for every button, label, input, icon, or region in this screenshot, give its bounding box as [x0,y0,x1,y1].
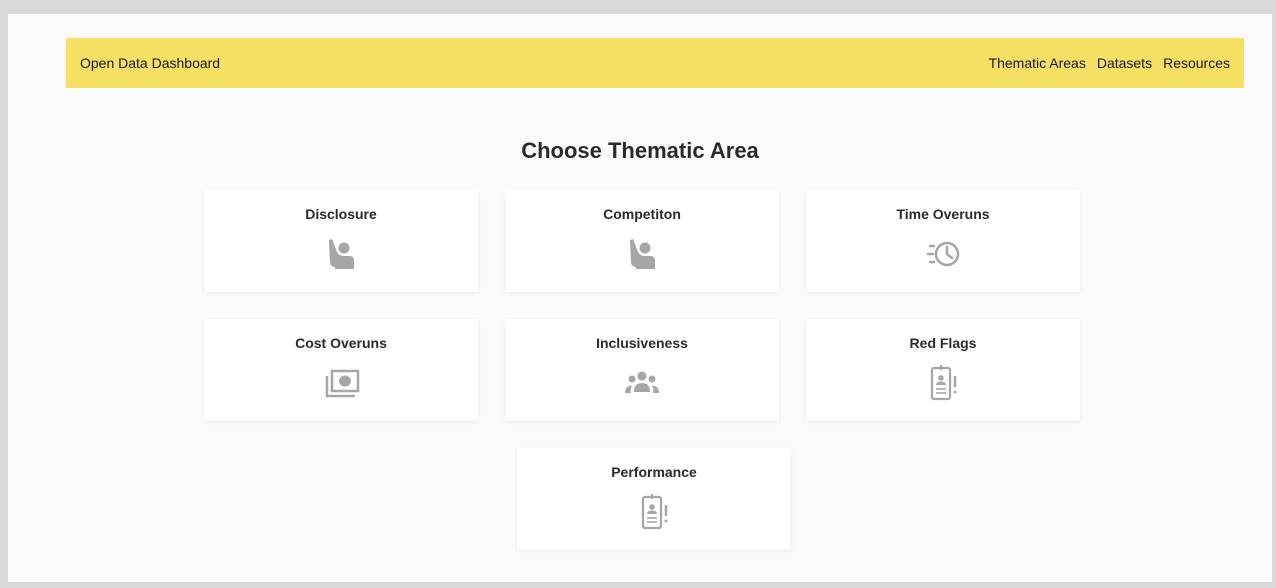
card-time-overuns[interactable]: Time Overuns [806,190,1080,292]
card-disclosure[interactable]: Disclosure [204,190,478,292]
nav-link-datasets[interactable]: Datasets [1097,55,1152,71]
card-label: Red Flags [909,335,977,351]
page-title: Choose Thematic Area [521,138,759,163]
cash-stack-icon [319,363,363,403]
card-label: Cost Overuns [295,335,387,351]
nav-link-resources[interactable]: Resources [1163,55,1230,71]
raised-hand-person-icon [620,234,664,274]
raised-hand-person-icon [319,234,363,274]
fast-clock-icon [921,234,965,274]
top-navbar: Open Data Dashboard Thematic Areas Datas… [66,38,1244,88]
id-badge-alert-icon [921,363,965,403]
nav-links: Thematic Areas Datasets Resources [989,55,1230,71]
card-competiton[interactable]: Competiton [505,190,779,292]
card-performance[interactable]: Performance [517,448,791,550]
card-label: Inclusiveness [596,335,688,351]
card-inclusiveness[interactable]: Inclusiveness [505,319,779,421]
group-people-icon [620,363,664,403]
brand-link[interactable]: Open Data Dashboard [80,55,220,71]
id-badge-alert-icon [632,492,676,532]
nav-link-thematic-areas[interactable]: Thematic Areas [989,55,1086,71]
card-label: Time Overuns [896,206,990,222]
card-label: Performance [611,464,697,480]
card-cost-overuns[interactable]: Cost Overuns [204,319,478,421]
card-label: Competiton [603,206,681,222]
app-screen: Open Data Dashboard Thematic Areas Datas… [8,14,1272,582]
card-label: Disclosure [305,206,377,222]
card-red-flags[interactable]: Red Flags [806,319,1080,421]
